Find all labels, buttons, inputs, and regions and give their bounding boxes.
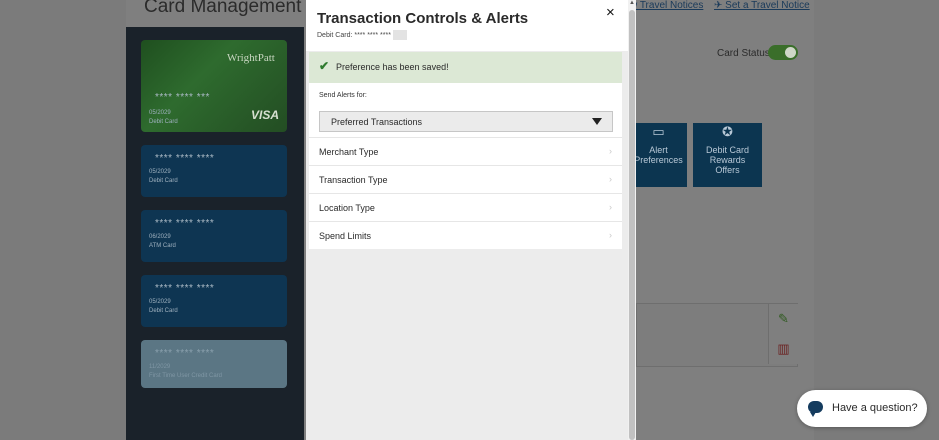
visa-logo: VISA: [251, 108, 280, 122]
card-item-2[interactable]: **** **** **** 05/2029 Debit Card: [141, 145, 287, 197]
chat-widget-button[interactable]: Have a question?: [797, 390, 927, 427]
modal-header: Transaction Controls & Alerts Debit Card…: [306, 0, 628, 51]
card-number: **** **** ****: [155, 153, 215, 164]
modal-scrollbar[interactable]: ▲: [628, 0, 636, 440]
card-number: **** **** ***: [155, 92, 210, 103]
card-number: **** **** ****: [155, 218, 215, 229]
card-expiry: 05/2029: [149, 299, 171, 305]
scroll-thumb[interactable]: [629, 10, 635, 440]
card-item-1[interactable]: WrightPatt **** **** *** 05/2029 Debit C…: [141, 40, 287, 132]
chat-label: Have a question?: [832, 402, 918, 414]
check-icon: ✔: [319, 59, 330, 73]
masked-digits: [392, 30, 407, 40]
card-number: **** **** ****: [155, 283, 215, 294]
set-travel-notice-link[interactable]: ✈ Set a Travel Notice: [714, 0, 810, 11]
card-divider: [141, 262, 287, 265]
plane-icon: ✈: [714, 0, 723, 11]
chevron-right-icon: ›: [609, 230, 612, 240]
trash-icon[interactable]: ▥: [768, 334, 798, 364]
scroll-up-arrow-icon[interactable]: ▲: [629, 0, 635, 6]
card-item-4[interactable]: **** **** **** 05/2029 Debit Card: [141, 275, 287, 327]
card-expiry: 05/2029: [149, 169, 171, 175]
card-status-label: Card Status: [717, 48, 770, 59]
controls-list: Send Alerts for: Preferred Transactions …: [309, 83, 622, 249]
debit-card-rewards-tile[interactable]: ✪ Debit Card Rewards Offers: [693, 123, 762, 187]
card-logo: WrightPatt: [227, 52, 275, 64]
row-label: Spend Limits: [319, 231, 372, 241]
row-label: Transaction Type: [319, 175, 388, 185]
row-label: Location Type: [319, 203, 375, 213]
card-item-5[interactable]: **** **** **** 11/2029 First Time User C…: [141, 340, 287, 388]
card-expiry: 06/2029: [149, 234, 171, 240]
ribbon-icon: ✪: [722, 124, 733, 139]
travel-notices-link[interactable]: w Travel Notices: [630, 0, 703, 11]
select-value: Preferred Transactions: [331, 117, 423, 127]
chat-icon: ▭: [652, 124, 665, 139]
tile-label: Alert Preferences: [634, 145, 683, 165]
transaction-type-row[interactable]: Transaction Type ›: [309, 165, 622, 193]
card-expiry: 11/2029: [149, 364, 171, 370]
card-type: Debit Card: [149, 119, 178, 125]
tile-label: Debit Card Rewards Offers: [705, 145, 750, 175]
chat-bubble-icon: [808, 401, 823, 417]
modal-title: Transaction Controls & Alerts: [317, 10, 529, 27]
card-type: Debit Card: [149, 308, 178, 314]
modal-subtitle: Debit Card: **** **** ****: [317, 30, 407, 40]
chevron-right-icon: ›: [609, 146, 612, 156]
edit-icon[interactable]: ✎: [768, 304, 798, 334]
card-divider: [141, 327, 287, 330]
set-travel-notice-label: Set a Travel Notice: [725, 0, 810, 11]
location-type-row[interactable]: Location Type ›: [309, 193, 622, 221]
card-type: First Time User Credit Card: [149, 373, 223, 379]
row-label: Merchant Type: [319, 147, 379, 157]
card-label: Debit Card: **** **** ****: [317, 31, 391, 39]
chevron-down-icon: [592, 118, 602, 125]
success-alert: ✔ Preference has been saved!: [309, 52, 622, 83]
close-icon[interactable]: ×: [606, 4, 615, 21]
card-expiry: 05/2029: [149, 110, 171, 116]
page-title: Card Management: [144, 0, 302, 17]
card-item-3[interactable]: **** **** **** 06/2029 ATM Card: [141, 210, 287, 262]
send-alerts-select[interactable]: Preferred Transactions: [319, 111, 613, 132]
card-number: **** **** ****: [155, 348, 215, 359]
card-divider: [141, 197, 287, 200]
spend-limits-row[interactable]: Spend Limits ›: [309, 221, 622, 249]
card-type: ATM Card: [149, 243, 176, 249]
transaction-controls-modal: Transaction Controls & Alerts Debit Card…: [306, 0, 636, 440]
send-alerts-label: Send Alerts for:: [319, 92, 367, 99]
toggle-knob: [785, 47, 796, 58]
success-message: Preference has been saved!: [336, 62, 449, 72]
chevron-right-icon: ›: [609, 174, 612, 184]
card-status-toggle[interactable]: [768, 45, 798, 60]
merchant-type-row[interactable]: Merchant Type ›: [309, 137, 622, 165]
card-type: Debit Card: [149, 178, 178, 184]
chevron-right-icon: ›: [609, 202, 612, 212]
